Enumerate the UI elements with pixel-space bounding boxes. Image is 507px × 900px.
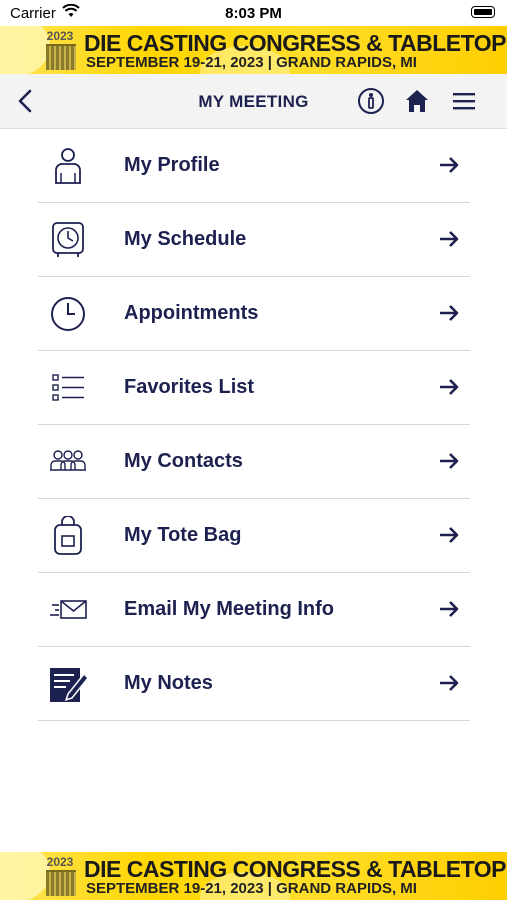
menu-item-label: My Profile bbox=[124, 154, 220, 176]
menu-item-label: My Tote Bag bbox=[124, 524, 242, 546]
building-icon bbox=[46, 44, 76, 70]
arrow-right-icon bbox=[440, 231, 459, 247]
info-icon[interactable] bbox=[357, 87, 385, 115]
arrow-right-icon bbox=[440, 453, 459, 469]
meeting-menu-list: My Profile My Schedule Appointments Favo… bbox=[38, 129, 470, 721]
banner-title: DIE CASTING CONGRESS & TABLETOP bbox=[84, 856, 506, 882]
menu-item-my-schedule[interactable]: My Schedule bbox=[38, 203, 470, 277]
banner-subtitle: SEPTEMBER 19-21, 2023 | GRAND RAPIDS, MI bbox=[86, 880, 417, 897]
menu-item-label: Email My Meeting Info bbox=[124, 598, 335, 620]
menu-item-my-contacts[interactable]: My Contacts bbox=[38, 425, 470, 499]
status-time: 8:03 PM bbox=[225, 5, 282, 22]
menu-item-favorites-list[interactable]: Favorites List bbox=[38, 351, 470, 425]
banner-title: DIE CASTING CONGRESS & TABLETOP bbox=[84, 30, 506, 56]
nav-bar: MY MEETING bbox=[0, 74, 507, 129]
arrow-right-icon bbox=[440, 527, 459, 543]
banner-subtitle: SEPTEMBER 19-21, 2023 | GRAND RAPIDS, MI bbox=[86, 54, 417, 71]
menu-item-my-profile[interactable]: My Profile bbox=[38, 129, 470, 203]
arrow-right-icon bbox=[440, 379, 459, 395]
menu-item-label: My Contacts bbox=[124, 450, 243, 472]
menu-item-my-tote-bag[interactable]: My Tote Bag bbox=[38, 499, 470, 573]
menu-item-label: Appointments bbox=[124, 302, 259, 324]
arrow-right-icon bbox=[440, 675, 459, 691]
home-icon[interactable] bbox=[403, 87, 431, 115]
tote-bag-icon bbox=[54, 516, 82, 555]
banner-year: 2023 bbox=[46, 855, 74, 869]
banner-logo: 2023 bbox=[42, 854, 78, 898]
group-icon bbox=[50, 450, 86, 471]
hamburger-menu-icon[interactable] bbox=[450, 87, 478, 115]
menu-item-label: My Schedule bbox=[124, 228, 247, 250]
status-bar: Carrier 8:03 PM bbox=[0, 0, 507, 26]
event-banner-bottom[interactable]: 2023 DIE CASTING CONGRESS & TABLETOP SEP… bbox=[0, 852, 507, 900]
menu-item-my-notes[interactable]: My Notes bbox=[38, 647, 470, 721]
envelope-icon bbox=[50, 600, 87, 619]
banner-logo: 2023 bbox=[42, 28, 78, 72]
menu-item-email-my-meeting-info[interactable]: Email My Meeting Info bbox=[38, 573, 470, 647]
menu-item-label: My Notes bbox=[124, 672, 213, 694]
person-icon bbox=[55, 148, 81, 184]
checklist-icon bbox=[52, 374, 84, 401]
notes-icon bbox=[50, 668, 88, 702]
arrow-right-icon bbox=[440, 157, 459, 173]
clock-icon bbox=[51, 297, 85, 331]
menu-item-label: Favorites List bbox=[124, 376, 255, 398]
battery-icon bbox=[471, 6, 495, 18]
arrow-right-icon bbox=[440, 305, 459, 321]
clock-schedule-icon bbox=[52, 222, 84, 257]
arrow-right-icon bbox=[440, 601, 459, 617]
menu-item-appointments[interactable]: Appointments bbox=[38, 277, 470, 351]
building-icon bbox=[46, 870, 76, 896]
event-banner-top[interactable]: 2023 DIE CASTING CONGRESS & TABLETOP SEP… bbox=[0, 26, 507, 74]
banner-year: 2023 bbox=[46, 29, 74, 43]
